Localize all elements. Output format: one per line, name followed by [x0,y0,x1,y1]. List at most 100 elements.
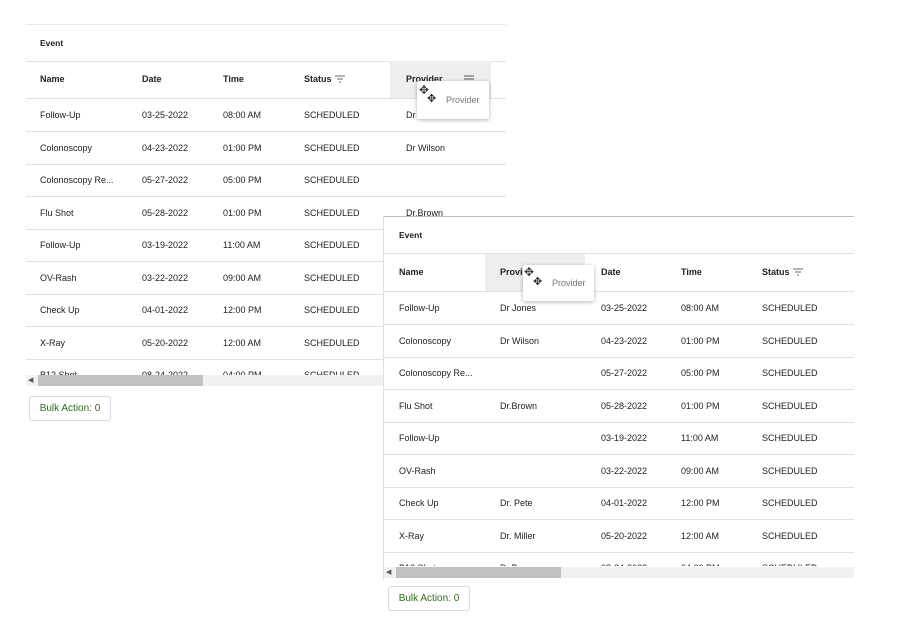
group-header-row: Event [384,217,854,254]
cell-date: 04-23-2022 [601,335,648,346]
scrollbar-thumb[interactable] [38,375,203,386]
table-row[interactable]: X-Ray Dr. Miller 05-20-2022 12:00 AM SCHEDUL… [384,520,854,553]
cell-name: Colonoscopy [40,142,93,153]
header-name[interactable]: Name [399,254,424,291]
cell-date: 03-19-2022 [601,433,648,443]
cell-status: SCHEDULED [304,110,360,120]
cell-status: SCHEDULED [762,303,818,313]
cell-time: 09:00 AM [681,465,720,476]
cell-name: B12 Shot [40,370,78,375]
bulk-action-button[interactable]: Bulk Action: 0 [388,586,470,611]
scroll-left-arrow-icon[interactable]: ◀ [386,567,391,578]
bulk-action-button[interactable]: Bulk Action: 0 [29,396,111,421]
header-time[interactable]: Time [681,254,702,291]
cell-time: 12:00 AM [223,337,262,348]
table-row[interactable]: Colonoscopy Re... 05-27-2022 05:00 PM SCHED… [26,164,506,197]
cell-name: B12 Shot [399,552,489,566]
header-row: Name Provider Date Time Status [384,254,854,292]
scrollbar-thumb[interactable] [396,567,561,578]
cell-time: 11:00 AM [681,433,719,443]
cell-status: SCHEDULED [762,465,818,476]
cell-status: SCHEDULED [304,207,360,218]
cell-name: Check Up [40,305,80,315]
cell-status: SCHEDULED [762,368,818,378]
cell-provider: Dr.Brown [500,400,538,411]
grid-body: Follow-Up Dr Jones 03-25-2022 08:00 AM SCHED… [384,292,854,566]
cell-time: 04:00 PM [681,552,756,566]
cell-time: 12:00 PM [681,498,720,508]
table-row[interactable]: Colonoscopy 04-23-2022 01:00 PM SCHEDULED Dr… [26,132,506,165]
cell-provider: Dr Wilson [500,335,540,346]
cell-status: SCHEDULED [762,433,818,443]
cell-status: SCHEDULED [762,335,818,346]
table-row[interactable]: Follow-Up 03-19-2022 11:00 AM SCHEDULED [384,422,854,455]
cell-status: SCHEDULED [762,400,818,411]
cell-date: 04-01-2022 [142,305,189,315]
table-row[interactable]: Colonoscopy Re... 05-27-2022 05:00 PM SCHED… [384,357,854,390]
cell-name: Check Up [399,498,439,508]
cell-date: 05-27-2022 [142,175,189,185]
group-label: Event [40,38,64,48]
table-row[interactable]: Check Up Dr. Pete 04-01-2022 12:00 PM SCHEDU… [384,487,854,520]
horizontal-scrollbar[interactable]: ◀ [384,567,854,578]
move-cursor-icon: ✥ [419,83,430,97]
header-date[interactable]: Date [142,61,162,98]
cell-name: Follow-Up [399,303,440,313]
cell-time: 04:00 PM [223,370,262,375]
table-row[interactable]: Colonoscopy Dr Wilson 04-23-2022 01:00 PM SC… [384,325,854,358]
cell-date: 05-20-2022 [601,530,648,541]
cell-date: 05-28-2022 [142,207,189,218]
cell-name: Colonoscopy Re... [399,368,473,378]
header-status[interactable]: Status [304,61,332,98]
cell-status: SCHEDULED [304,175,360,185]
cell-date: 03-25-2022 [142,110,189,120]
cell-date: 03-22-2022 [601,465,648,476]
cell-name: OV-Rash [40,272,77,283]
cell-status: SCHEDULED [304,142,360,153]
cell-status: SCHEDULED [762,552,847,566]
cell-status: SCHEDULED [762,498,818,508]
cell-name: Flu Shot [40,207,74,218]
header-status[interactable]: Status [762,254,790,291]
cell-provider: Dr. Miller [500,530,536,541]
cell-provider [500,357,590,389]
filter-lines-icon[interactable] [793,268,803,276]
cell-date: 03-25-2022 [601,303,648,313]
cell-time: 08:00 AM [681,303,720,313]
cell-time: 12:00 AM [681,530,720,541]
header-name[interactable]: Name [40,61,65,98]
cell-time: 01:00 PM [681,335,720,346]
cell-provider [500,422,590,454]
cell-date: 08-24-2022 [142,370,189,375]
cell-provider: Dr.Browne [500,552,590,566]
cell-date: 05-27-2022 [601,368,648,378]
cell-status: SCHEDULED [762,530,818,541]
table-row[interactable]: Flu Shot Dr.Brown 05-28-2022 01:00 PM SCHEDU… [384,390,854,423]
cell-date: 05-20-2022 [142,337,189,348]
table-row[interactable]: OV-Rash 03-22-2022 09:00 AM SCHEDULED [384,455,854,488]
table-row[interactable]: B12 Shot Dr.Browne 08-24-2022 04:00 PM SCHED… [384,552,854,566]
drag-ghost-label: Provider [552,278,586,288]
cell-time: 05:00 PM [223,175,262,185]
header-time[interactable]: Time [223,61,244,98]
cell-date: 04-01-2022 [601,498,648,508]
cell-status: SCHEDULED [304,337,360,348]
cell-time: 08:00 AM [223,110,262,120]
scroll-left-arrow-icon[interactable]: ◀ [28,375,33,386]
header-date[interactable]: Date [601,254,621,291]
cell-name: Colonoscopy [399,335,452,346]
cell-status: SCHEDULED [304,272,360,283]
cell-time: 12:00 PM [223,305,262,315]
drag-ghost-label: Provider [446,95,480,105]
group-header-row: Event [26,24,506,62]
cell-name: X-Ray [399,530,425,541]
filter-lines-icon[interactable] [335,75,345,83]
cell-status: SCHEDULED [304,305,360,315]
cell-time: 01:00 PM [223,142,262,153]
cell-provider [406,164,496,196]
cell-provider: Dr. Pete [500,498,533,508]
cell-name: Follow-Up [399,433,440,443]
table-row[interactable]: Follow-Up Dr Jones 03-25-2022 08:00 AM SCHED… [384,292,854,325]
move-arrows-icon: ✥ [533,276,543,288]
cell-date: 03-22-2022 [142,272,189,283]
